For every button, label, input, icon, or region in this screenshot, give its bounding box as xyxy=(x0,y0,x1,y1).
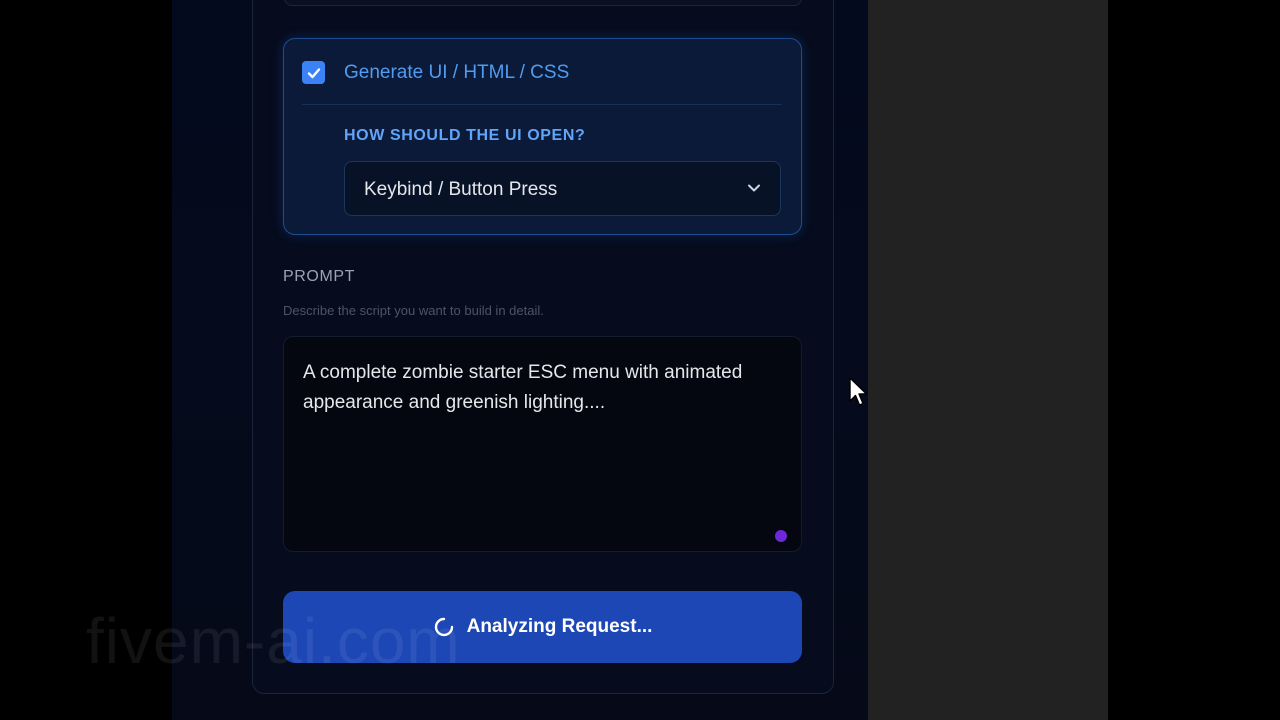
open-method-select[interactable]: Keybind / Button Press xyxy=(344,161,781,216)
open-method-label: HOW SHOULD THE UI OPEN? xyxy=(344,127,586,144)
prompt-textarea[interactable]: A complete zombie starter ESC menu with … xyxy=(283,336,802,552)
previous-field-edge xyxy=(284,0,802,6)
left-letterbox xyxy=(0,0,172,720)
status-dot-icon xyxy=(775,530,787,542)
analyze-button-label: Analyzing Request... xyxy=(466,616,653,637)
generate-ui-label[interactable]: Generate UI / HTML / CSS xyxy=(344,62,569,84)
right-side-area xyxy=(868,0,1108,720)
analyze-button[interactable]: Analyzing Request... xyxy=(283,591,802,663)
open-method-value: Keybind / Button Press xyxy=(364,179,558,200)
prompt-hint: Describe the script you want to build in… xyxy=(283,303,544,318)
generate-ui-checkbox[interactable] xyxy=(302,61,325,84)
mouse-cursor-icon xyxy=(849,377,868,406)
checkmark-icon xyxy=(307,67,320,78)
card-divider xyxy=(302,104,782,105)
prompt-text: A complete zombie starter ESC menu with … xyxy=(303,362,743,413)
spinner-icon xyxy=(434,617,453,637)
prompt-label: PROMPT xyxy=(283,268,356,285)
right-letterbox xyxy=(1108,0,1280,720)
chevron-down-icon xyxy=(748,184,760,192)
